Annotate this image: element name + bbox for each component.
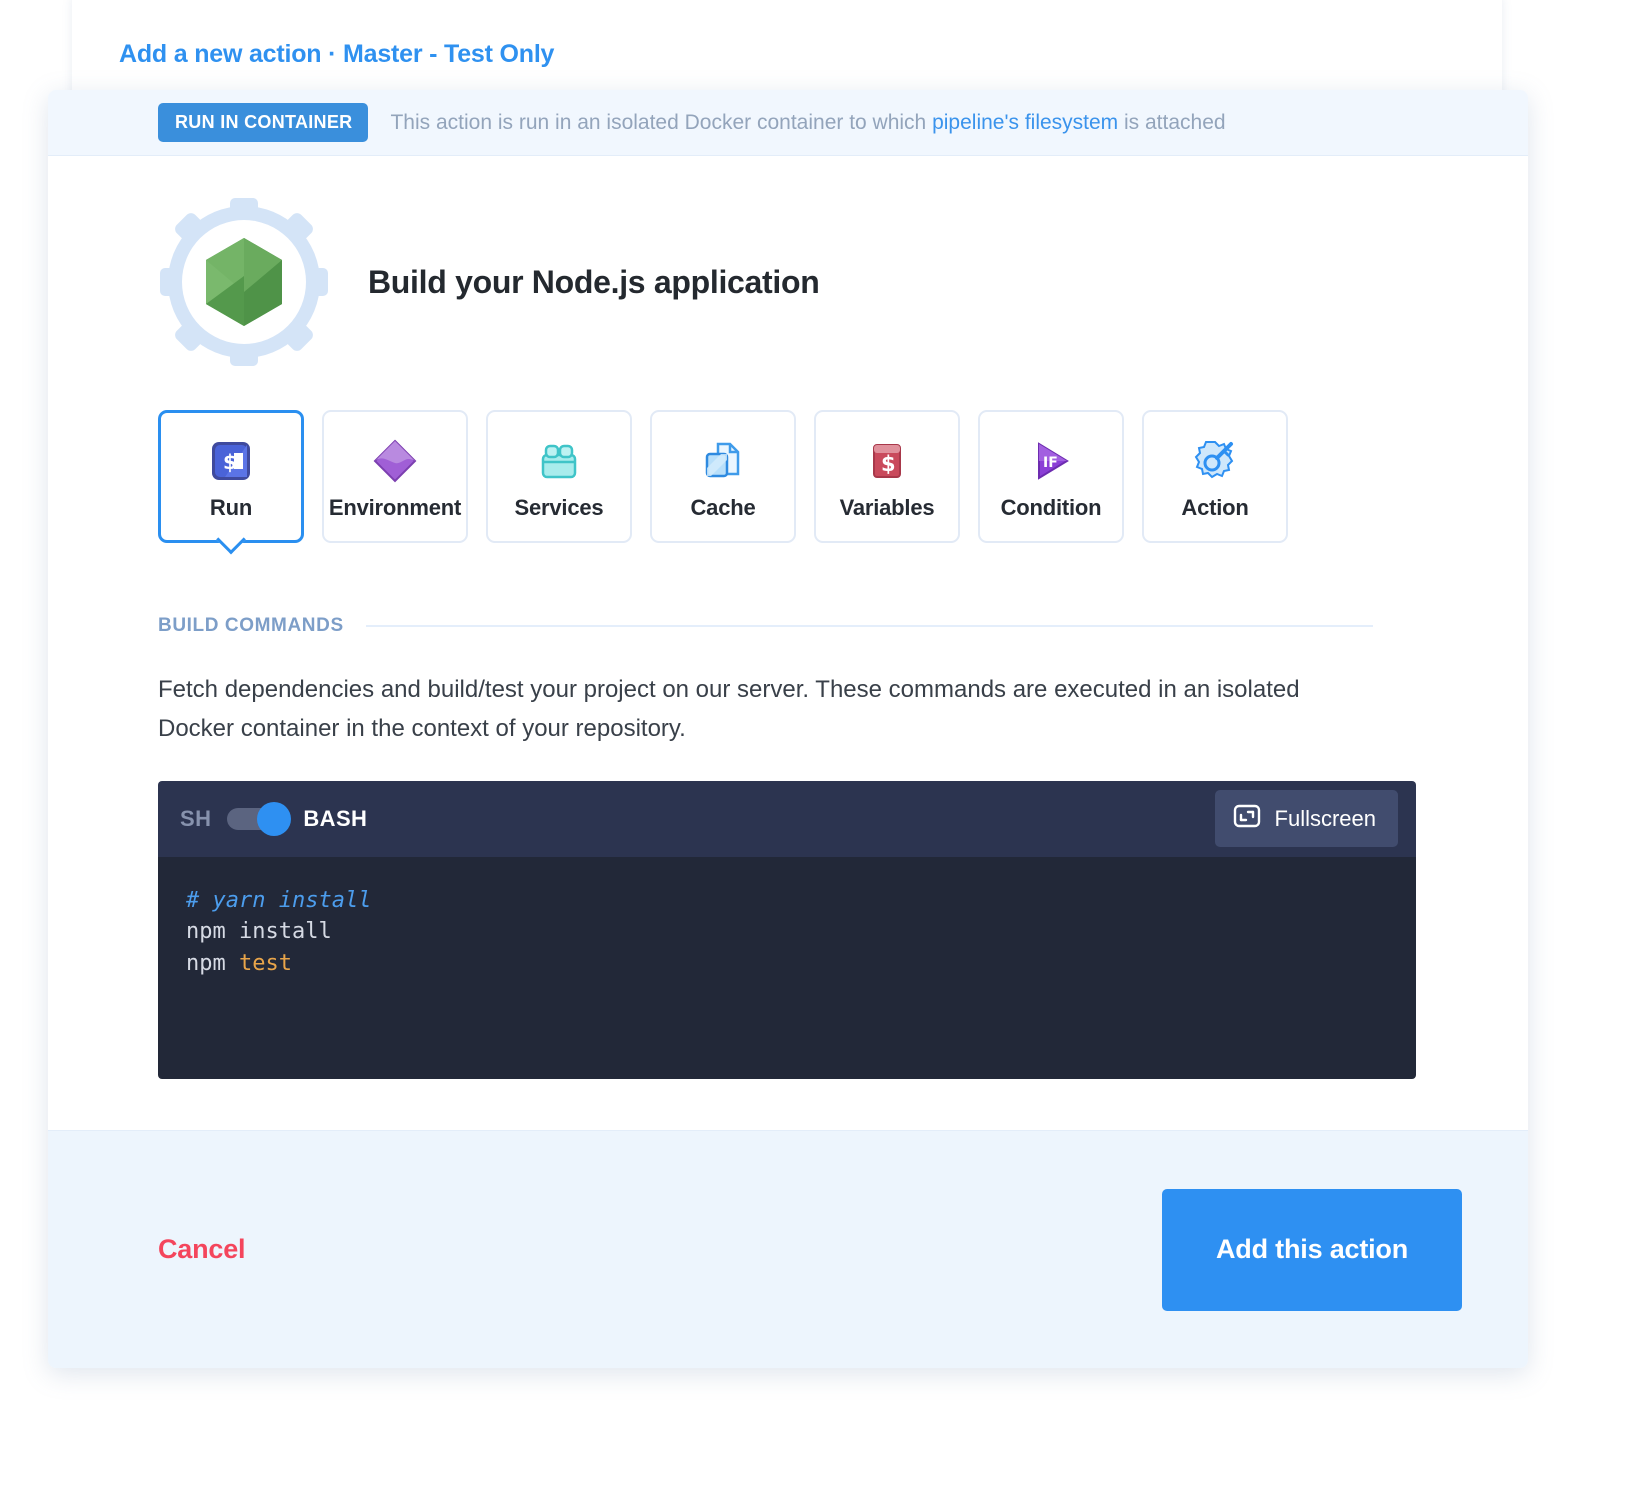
code-line: npm install	[186, 916, 1416, 947]
fullscreen-label: Fullscreen	[1274, 805, 1376, 831]
code-editor: SH BASH Fullscreen # yarn install npm in…	[158, 780, 1416, 1079]
terminal-prompt-icon: $	[209, 433, 253, 489]
banner-description: This action is run in an isolated Docker…	[390, 111, 1225, 135]
modal-footer: Cancel Add this action	[48, 1130, 1528, 1368]
section-title: BUILD COMMANDS	[158, 615, 344, 636]
tab-variables-label: Variables	[839, 494, 935, 520]
tab-condition[interactable]: IF Condition	[978, 410, 1124, 543]
pipeline-filesystem-link[interactable]: pipeline's filesystem	[932, 111, 1118, 134]
svg-text:IF: IF	[1043, 455, 1058, 471]
run-in-container-banner: RUN IN CONTAINER This action is run in a…	[48, 90, 1528, 156]
toggle-knob	[257, 801, 292, 836]
code-line: npm test	[186, 948, 1416, 979]
tab-action[interactable]: Action	[1142, 410, 1288, 543]
nodejs-hexagon-gear-icon	[160, 198, 328, 366]
add-action-modal: RUN IN CONTAINER This action is run in a…	[48, 90, 1528, 1368]
tab-action-label: Action	[1181, 494, 1249, 520]
red-dollar-box-icon: $	[864, 433, 910, 489]
code-text: npm install	[186, 919, 332, 945]
svg-text:$: $	[881, 452, 896, 476]
status-badge: RUN IN CONTAINER	[158, 103, 369, 142]
cancel-button[interactable]: Cancel	[158, 1234, 246, 1265]
tab-services-label: Services	[514, 494, 604, 520]
editor-toolbar: SH BASH Fullscreen	[158, 780, 1416, 857]
shell-toggle[interactable]	[227, 801, 292, 836]
tab-variables[interactable]: $ Variables	[814, 410, 960, 543]
banner-text-after: is attached	[1118, 110, 1226, 134]
add-this-action-button[interactable]: Add this action	[1162, 1188, 1462, 1311]
blue-files-icon	[700, 433, 746, 489]
shell-bash-label[interactable]: BASH	[303, 806, 367, 832]
tab-bar: $ Run Environment Services Cache $ Varia…	[48, 366, 1528, 543]
breadcrumb[interactable]: Add a new action · Master - Test Only	[119, 40, 554, 69]
build-commands-heading: BUILD COMMANDS	[48, 543, 1528, 637]
tab-condition-label: Condition	[1000, 494, 1102, 520]
cyan-crate-icon	[536, 433, 582, 489]
purple-diamond-icon	[372, 433, 418, 489]
code-line: # yarn install	[186, 885, 1416, 916]
page-title: Build your Node.js application	[368, 263, 820, 300]
section-description: Fetch dependencies and build/test your p…	[158, 676, 1300, 742]
code-keyword: test	[238, 950, 292, 976]
tab-run-label: Run	[209, 494, 253, 520]
tab-cache-label: Cache	[690, 494, 756, 520]
blue-badge-key-icon	[1192, 433, 1238, 489]
tab-cache[interactable]: Cache	[650, 410, 796, 543]
shell-sh-label[interactable]: SH	[180, 806, 211, 832]
purple-if-play-icon: IF	[1028, 433, 1074, 489]
tab-run[interactable]: $ Run	[158, 410, 304, 543]
divider	[365, 625, 1373, 627]
screenshot-root: Add a new action · Master - Test Only RU…	[0, 0, 1640, 1485]
tab-environment-label: Environment	[328, 494, 462, 520]
tab-environment[interactable]: Environment	[322, 410, 468, 543]
hero: Build your Node.js application	[48, 156, 1528, 366]
fullscreen-button[interactable]: Fullscreen	[1214, 790, 1398, 848]
code-text: npm	[186, 950, 239, 976]
banner-text-before: This action is run in an isolated Docker…	[390, 110, 933, 134]
code-area[interactable]: # yarn install npm install npm test	[158, 856, 1416, 1079]
tab-services[interactable]: Services	[486, 410, 632, 543]
expand-icon	[1233, 802, 1261, 835]
code-comment: # yarn install	[186, 887, 372, 913]
